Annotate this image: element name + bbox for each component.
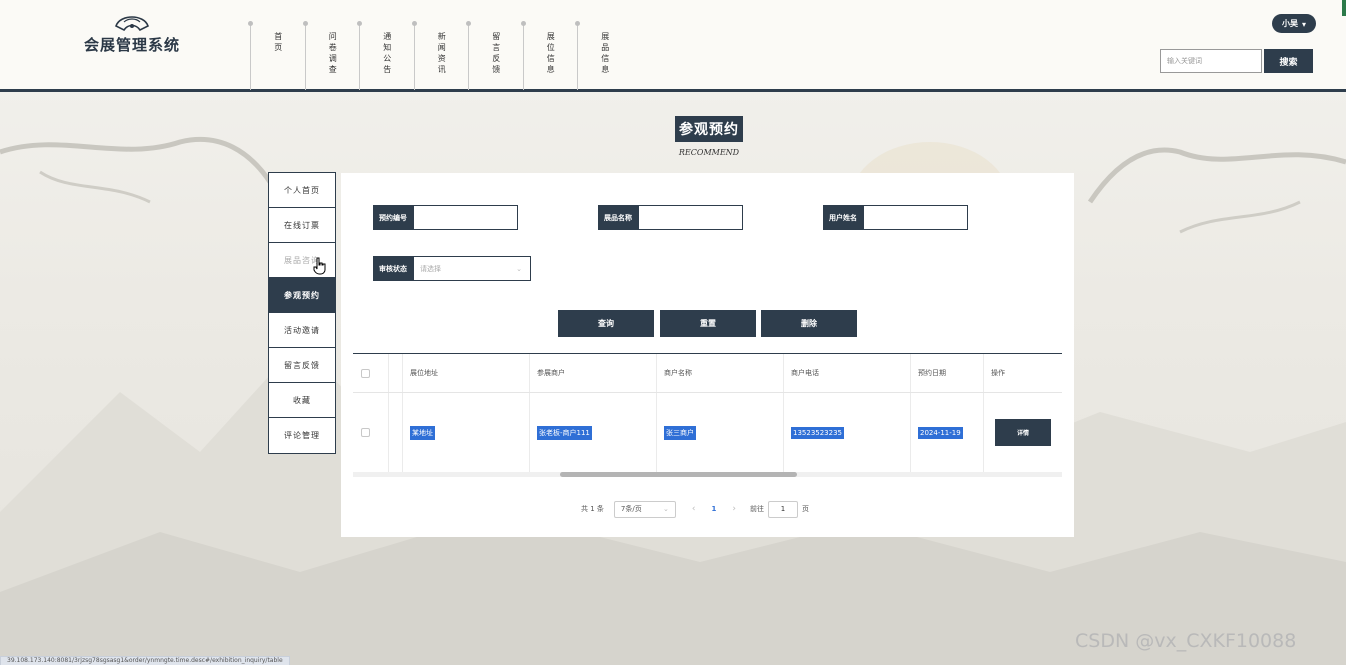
booking-no-input[interactable]	[413, 205, 518, 230]
user-name-input[interactable]	[863, 205, 968, 230]
side-item-personal-home[interactable]: 个人首页	[269, 173, 335, 208]
booking-table: 展位地址 参展商户 商户名称 商户电话 预约日期 操作 某地址 张老板-商户11…	[353, 353, 1062, 473]
filter-exhibit-name: 展品名称	[598, 205, 743, 230]
row-select-cell	[353, 393, 389, 472]
prev-page-icon[interactable]: ‹	[692, 504, 696, 514]
select-all-cell	[353, 354, 389, 392]
window-edge-indicator	[1342, 0, 1346, 16]
page-size-select[interactable]: 7条/页 ⌄	[613, 500, 676, 518]
goto-label: 前往	[750, 505, 764, 513]
page-title: 参观预约	[675, 116, 743, 142]
user-name-label: 用户姓名	[823, 205, 863, 230]
row-checkbox[interactable]	[361, 428, 370, 437]
col-address: 展位地址	[403, 354, 530, 392]
booking-no-label: 预约编号	[373, 205, 413, 230]
booking-panel: 预约编号 展品名称 用户姓名 审核状态 请选择 ⌄ 查询 重置 删除 展位地址 …	[341, 173, 1074, 537]
review-status-placeholder: 请选择	[420, 264, 441, 273]
col-booking-date: 预约日期	[911, 354, 984, 392]
table-row: 某地址 张老板-商户111 张三商户 13523523235 2024-11-1…	[353, 393, 1062, 473]
reset-button[interactable]: 重置	[660, 310, 756, 337]
side-item-event-invite[interactable]: 活动邀请	[269, 313, 335, 348]
chevron-down-icon: ⌄	[663, 505, 669, 513]
table-horizontal-scrollbar[interactable]	[353, 472, 1062, 477]
cell-exhibitor: 张老板-商户111	[530, 393, 657, 472]
side-item-feedback[interactable]: 留言反馈	[269, 348, 335, 383]
col-action: 操作	[991, 369, 1005, 377]
main-nav: 首页 问卷调查 通知公告 新闻资讯 留言反馈 展位信息 展品信息	[248, 21, 632, 90]
row-index-cell	[389, 393, 403, 472]
next-page-icon[interactable]: ›	[732, 504, 736, 514]
nav-feedback[interactable]: 留言反馈	[466, 21, 523, 90]
user-menu-button[interactable]: 小吴 ▾	[1272, 14, 1316, 33]
hand-cursor-icon	[313, 257, 326, 275]
side-item-visit-booking[interactable]: 参观预约	[269, 278, 335, 313]
side-item-comments[interactable]: 评论管理	[269, 418, 335, 453]
query-button[interactable]: 查询	[558, 310, 654, 337]
page-size-value: 7条/页	[620, 505, 642, 513]
search-button[interactable]: 搜索	[1264, 49, 1313, 73]
nav-exhibit-info[interactable]: 展品信息	[575, 21, 632, 90]
cell-address: 某地址	[403, 393, 530, 472]
total-count: 共 1 条	[581, 505, 604, 513]
index-header	[389, 354, 403, 392]
review-status-label: 审核状态	[373, 256, 413, 281]
filter-booking-no: 预约编号	[373, 205, 518, 230]
cell-merchant-name: 张三商户	[657, 393, 784, 472]
table-header-row: 展位地址 参展商户 商户名称 商户电话 预约日期 操作	[353, 354, 1062, 393]
fan-logo-icon	[115, 16, 149, 32]
nav-home[interactable]: 首页	[248, 21, 305, 90]
nav-survey[interactable]: 问卷调查	[302, 21, 360, 90]
watermark: CSDN @vx_CXKF10088	[1075, 630, 1297, 652]
filter-review-status: 审核状态 请选择 ⌄	[373, 256, 531, 281]
exhibit-name-input[interactable]	[638, 205, 743, 230]
cell-action: 详情	[984, 393, 1062, 472]
cell-booking-date: 2024-11-19	[911, 393, 984, 472]
select-all-checkbox[interactable]	[361, 368, 370, 378]
page-subtitle: RECOMMEND	[678, 148, 740, 157]
pagination: 共 1 条 7条/页 ⌄ ‹ 1 › 前往 页	[581, 500, 809, 518]
exhibit-name-label: 展品名称	[598, 205, 638, 230]
col-merchant-phone: 商户电话	[784, 354, 911, 392]
goto-page-input[interactable]	[768, 500, 798, 518]
side-item-favorites[interactable]: 收藏	[269, 383, 335, 418]
nav-booth-info[interactable]: 展位信息	[520, 21, 578, 90]
caret-down-icon: ▾	[1301, 18, 1306, 29]
col-merchant-name: 商户名称	[657, 354, 784, 392]
chevron-down-icon: ⌄	[516, 264, 522, 273]
filter-user-name: 用户姓名	[823, 205, 968, 230]
side-menu: 个人首页 在线订票 展品咨询 参观预约 活动邀请 留言反馈 收藏 评论管理	[268, 172, 336, 454]
cell-merchant-phone: 13523523235	[784, 393, 911, 472]
side-item-online-ticket[interactable]: 在线订票	[269, 208, 335, 243]
nav-news[interactable]: 新闻资讯	[411, 21, 469, 90]
search-input[interactable]	[1160, 49, 1262, 73]
col-exhibitor: 参展商户	[530, 354, 657, 392]
page-unit-label: 页	[802, 505, 809, 513]
scrollbar-thumb[interactable]	[560, 472, 797, 477]
site-header: 会展管理系统 首页 问卷调查 通知公告 新闻资讯 留言反馈 展位信息 展品信息 …	[0, 0, 1346, 92]
page-number-current[interactable]: 1	[712, 505, 717, 513]
nav-notice[interactable]: 通知公告	[357, 21, 414, 90]
site-logo[interactable]: 会展管理系统	[84, 12, 180, 55]
detail-button[interactable]: 详情	[995, 419, 1051, 446]
site-name: 会展管理系统	[84, 36, 181, 54]
status-bar-url: 39.108.173.140:8081/3rjzsg78sgsasg1&orde…	[0, 656, 290, 665]
review-status-select[interactable]: 请选择 ⌄	[413, 256, 531, 281]
delete-button[interactable]: 删除	[761, 310, 857, 337]
user-name: 小吴	[1281, 18, 1298, 28]
